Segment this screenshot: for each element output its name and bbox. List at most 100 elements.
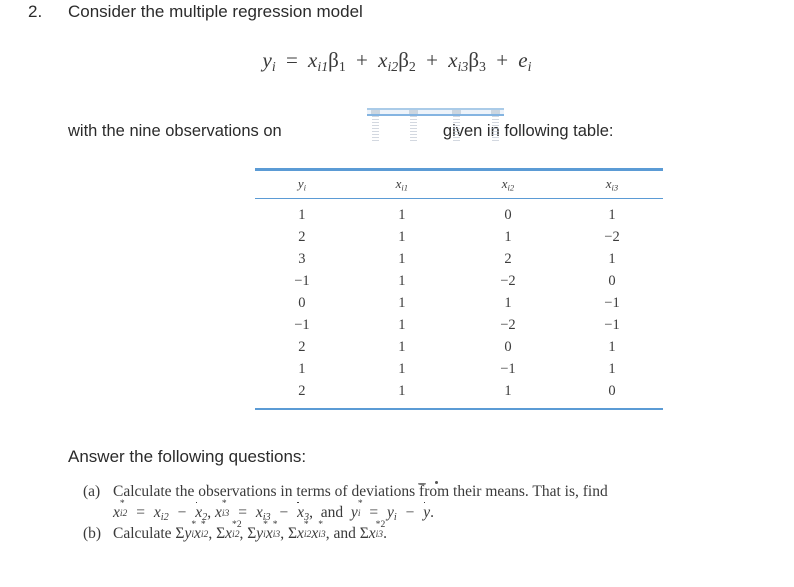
- table-row: 1 1 0 1: [255, 204, 663, 226]
- question-number: 2.: [28, 2, 43, 21]
- table-row: 2 1 1 0: [255, 380, 663, 402]
- table-row: −1 1 −2 0: [255, 270, 663, 292]
- cell-y: −1: [294, 272, 310, 289]
- cell-y: 3: [298, 250, 306, 267]
- thumbnail-column: [492, 116, 499, 142]
- cell-y: 0: [298, 294, 306, 311]
- answer-parts-list: (a) Calculate the observations in terms …: [83, 483, 783, 544]
- table-rule-header: [255, 197, 663, 200]
- equation-term1-x: x: [308, 48, 318, 72]
- thumbnail-header-mark: [452, 110, 461, 114]
- cell-x3: 1: [608, 250, 616, 267]
- cell-x3: −1: [604, 294, 620, 311]
- cell-x2: 1: [504, 294, 512, 311]
- part-b-text: Calculate: [113, 524, 172, 542]
- part-a-label: (a): [83, 483, 101, 500]
- cell-x2: 0: [504, 206, 512, 223]
- equation-term1-beta-sub: 1: [338, 58, 346, 74]
- cell-x1: 1: [398, 228, 406, 245]
- cell-x2: −1: [500, 360, 516, 377]
- cell-x2: 0: [504, 338, 512, 355]
- equation-term3-beta-sub: 3: [479, 58, 486, 74]
- equation-term3-beta: β: [468, 48, 479, 72]
- thumbnail-column: [372, 116, 379, 142]
- cell-x1: 1: [398, 382, 406, 399]
- cell-x3: 0: [608, 382, 616, 399]
- cell-x2: −2: [500, 316, 516, 333]
- inline-table-thumbnail-artifact: [367, 105, 504, 143]
- table-row: 2 1 1 −2: [255, 226, 663, 248]
- table-row: 3 1 2 1: [255, 248, 663, 270]
- question-heading: 2. Consider the multiple regression mode…: [28, 2, 363, 22]
- answer-heading: Answer the following questions:: [68, 447, 307, 466]
- cell-x1: 1: [398, 206, 406, 223]
- equation-term1-beta: β: [328, 48, 339, 72]
- table-row: 2 1 0 1: [255, 336, 663, 358]
- cell-x3: 0: [608, 272, 616, 289]
- table-header-y: yi: [297, 175, 306, 192]
- equation-term3-x-sub: i3: [457, 58, 469, 74]
- equation-term1-x-sub: i1: [317, 58, 329, 74]
- part-b-connector: and: [333, 524, 356, 542]
- equation-equals: =: [285, 48, 298, 72]
- cell-x1: 1: [398, 316, 406, 333]
- cell-x3: 1: [608, 360, 616, 377]
- cell-y: 2: [298, 228, 306, 245]
- thumbnail-header-mark: [371, 110, 380, 114]
- cell-x1: 1: [398, 272, 406, 289]
- table-header-x1: xi1: [395, 175, 409, 192]
- equation-plus-2: +: [426, 48, 438, 72]
- thumbnail-header-mark: [409, 110, 418, 114]
- cell-y: 2: [298, 382, 306, 399]
- thumbnail-column: [453, 116, 460, 142]
- part-a-text: Calculate the observations in terms of d…: [113, 483, 608, 500]
- cell-x2: −2: [500, 272, 516, 289]
- table-header-row: yi xi1 xi2 xi3: [255, 171, 663, 198]
- cell-x1: 1: [398, 360, 406, 377]
- answer-part-b: (b) Calculate Σyi*ixi2*i2, Σxi2*2i2, Σyi…: [83, 518, 783, 543]
- cell-y: 1: [298, 360, 306, 377]
- cell-x2: 1: [504, 228, 512, 245]
- cell-x3: −2: [604, 228, 620, 245]
- regression-equation: yi = xi1β1 + xi2β2 + xi3β3 + ei: [0, 48, 794, 75]
- equation-error: e: [518, 48, 528, 72]
- thumbnail-column: [410, 116, 417, 142]
- equation-term3-x: x: [448, 48, 458, 72]
- table-row: −1 1 −2 −1: [255, 314, 663, 336]
- cell-x3: 1: [608, 338, 616, 355]
- cell-x1: 1: [398, 338, 406, 355]
- document-page: 2. Consider the multiple regression mode…: [0, 0, 794, 587]
- answer-part-a: (a) Calculate the observations in terms …: [83, 483, 783, 501]
- cell-x2: 2: [504, 250, 512, 267]
- equation-lhs-sub: i: [271, 58, 276, 74]
- table-grid: yi xi1 xi2 xi3: [255, 171, 663, 198]
- cell-y: −1: [294, 316, 310, 333]
- table-header-x3: xi3: [605, 175, 619, 192]
- part-b-formula: Σyi*ixi2*i2, Σxi2*2i2, Σyi*ixi3*i3, Σxi2…: [175, 518, 387, 542]
- part-a-formula: xi2*i2 = xi2 − x2, xi3*i3 = xi3 − x3, an…: [113, 498, 434, 523]
- equation-lhs-var: y: [262, 48, 272, 72]
- thumbnail-header-mark: [491, 110, 500, 114]
- question-title: Consider the multiple regression model: [68, 2, 363, 21]
- observations-sentence: with the nine observations on given in f…: [68, 122, 614, 141]
- table-body-grid: 1 1 0 1 2 1 1 −2 3 1 2 1 −1 1 −2 0 0 1 1…: [255, 204, 663, 402]
- cell-x3: −1: [604, 316, 620, 333]
- cell-x3: 1: [608, 206, 616, 223]
- observations-table: yi xi1 xi2 xi3 1 1 0 1 2 1 1 −2 3 1 2 1 …: [255, 168, 663, 411]
- thumbnail-rule-mid: [367, 114, 504, 116]
- equation-plus-3: +: [496, 48, 509, 72]
- equation-term2-beta: β: [398, 48, 409, 72]
- cell-x1: 1: [398, 294, 406, 311]
- equation-term2-beta-sub: 2: [408, 58, 416, 74]
- cell-x1: 1: [398, 250, 406, 267]
- cell-y: 1: [298, 206, 306, 223]
- part-b-label: (b): [83, 524, 102, 542]
- equation-error-sub: i: [527, 58, 532, 74]
- observations-text-before: with the nine observations on: [68, 122, 282, 140]
- table-body: 1 1 0 1 2 1 1 −2 3 1 2 1 −1 1 −2 0 0 1 1…: [255, 204, 663, 402]
- table-row: 1 1 −1 1: [255, 358, 663, 380]
- table-header-x2: xi2: [501, 175, 515, 192]
- table-rule-bottom: [255, 408, 663, 411]
- equation-term2-x-sub: i2: [387, 58, 399, 74]
- table-row: 0 1 1 −1: [255, 292, 663, 314]
